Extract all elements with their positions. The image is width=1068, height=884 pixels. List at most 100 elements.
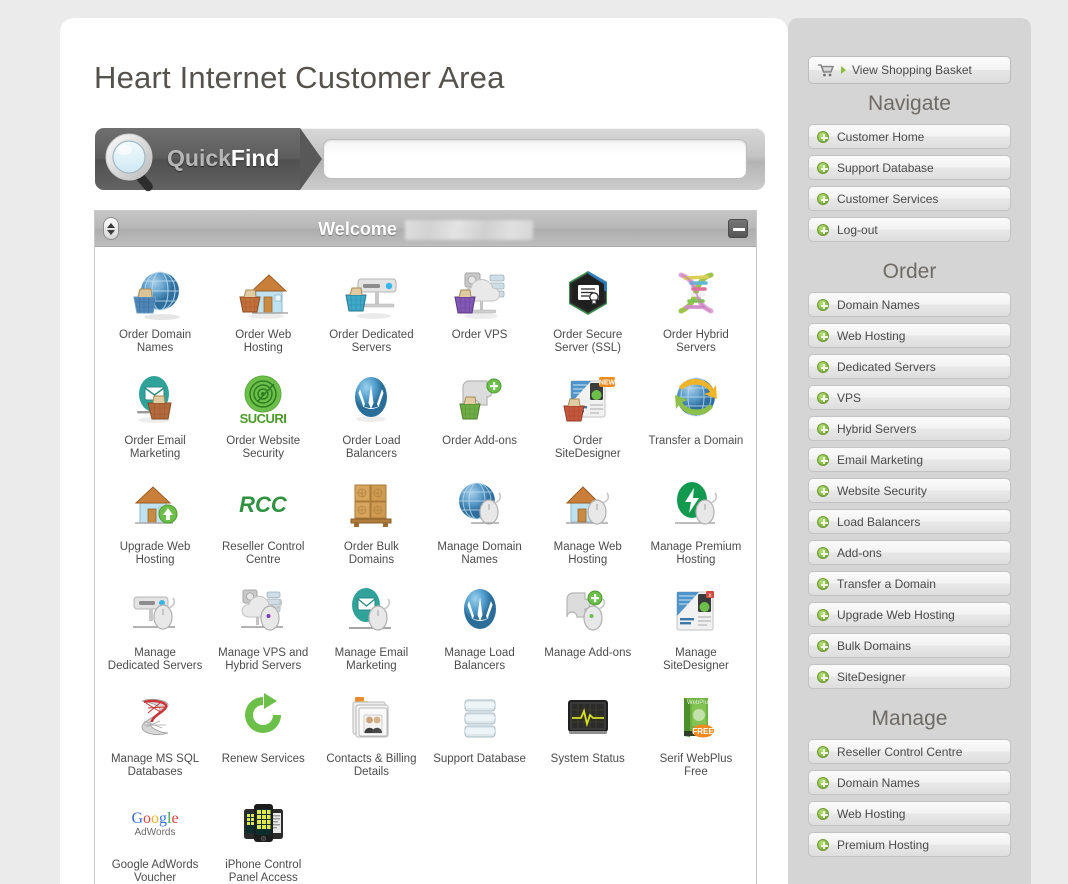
tile-manage-domain-names[interactable]: Manage Domain Names: [425, 473, 533, 575]
right-sidebar: View Shopping Basket Navigate Customer H…: [788, 18, 1031, 884]
tile-iphone-control-panel-access[interactable]: iPhone Control Panel Access: [209, 791, 317, 884]
plus-circle-icon: [817, 391, 829, 404]
tile-transfer-a-domain[interactable]: Transfer a Domain: [642, 367, 750, 469]
tile-label: Renew Services: [221, 753, 305, 765]
tile-manage-load-balancers[interactable]: Manage Load Balancers: [425, 579, 533, 681]
sidebar-item-label: SiteDesigner: [837, 669, 906, 684]
tile-order-dedicated-servers[interactable]: Order Dedicated Servers: [317, 261, 425, 363]
mssql-server-icon: [126, 691, 184, 747]
sidebar-item-log-out[interactable]: Log-out: [808, 217, 1011, 242]
tile-system-status[interactable]: System Status: [534, 685, 642, 787]
view-shopping-basket-button[interactable]: View Shopping Basket: [808, 56, 1011, 84]
plus-circle-icon: [817, 422, 829, 435]
tile-contacts-billing-details[interactable]: Contacts & Billing Details: [317, 685, 425, 787]
tile-manage-sitedesigner[interactable]: x Manage SiteDesigner: [642, 579, 750, 681]
tile-order-domain-names[interactable]: Order Domain Names: [101, 261, 209, 363]
tile-manage-ms-sql-databases[interactable]: Manage MS SQL Databases: [101, 685, 209, 787]
welcome-panel-header: Welcome: [95, 211, 756, 247]
tile-order-web-hosting[interactable]: Order Web Hosting: [209, 261, 317, 363]
sidebar-item-label: Dedicated Servers: [837, 359, 936, 374]
svg-text:NEW: NEW: [599, 380, 616, 387]
tile-label: Order VPS: [451, 329, 508, 341]
sidebar-item-manage-domain-names[interactable]: Domain Names: [808, 770, 1011, 795]
sidebar-item-order-load-balancers[interactable]: Load Balancers: [808, 509, 1011, 534]
sidebar-item-order-domain-names[interactable]: Domain Names: [808, 292, 1011, 317]
panel-title-row: Welcome: [95, 219, 756, 240]
sidebar-item-customer-home[interactable]: Customer Home: [808, 124, 1011, 149]
tile-manage-web-hosting[interactable]: Manage Web Hosting: [534, 473, 642, 575]
cloud-basket-icon: [451, 267, 509, 323]
caret-right-icon: [841, 66, 846, 74]
webplus-box-free-icon: WebPlus FREE: [667, 691, 725, 747]
tile-manage-premium-hosting[interactable]: Manage Premium Hosting: [642, 473, 750, 575]
tile-support-database[interactable]: Support Database: [425, 685, 533, 787]
shopping-cart-icon: [818, 64, 834, 77]
tile-order-website-security[interactable]: SUCURI Order Website Security: [209, 367, 317, 469]
tile-label: Order Secure Server (SSL): [553, 329, 623, 354]
tile-label: Manage MS SQL Databases: [110, 753, 200, 778]
tile-order-load-balancers[interactable]: Order Load Balancers: [317, 367, 425, 469]
tile-order-vps[interactable]: Order VPS: [425, 261, 533, 363]
tile-label: Contacts & Billing Details: [326, 753, 417, 778]
bolt-mouse-icon: [667, 479, 725, 535]
house-basket-icon: [234, 267, 292, 323]
globe-basket-icon: [126, 267, 184, 323]
tile-order-email-marketing[interactable]: Order Email Marketing: [101, 367, 209, 469]
sidebar-item-order-sitedesigner[interactable]: SiteDesigner: [808, 664, 1011, 689]
sidebar-item-order-transfer-a-domain[interactable]: Transfer a Domain: [808, 571, 1011, 596]
tile-order-bulk-domains[interactable]: Order Bulk Domains: [317, 473, 425, 575]
tile-label: Order Add-ons: [442, 435, 517, 447]
tile-reseller-control-centre[interactable]: RCC Reseller Control Centre: [209, 473, 317, 575]
database-stack-icon: [451, 691, 509, 747]
plus-circle-icon: [817, 745, 829, 758]
tile-upgrade-web-hosting[interactable]: Upgrade Web Hosting: [101, 473, 209, 575]
sidebar-item-label: Hybrid Servers: [837, 421, 917, 436]
tile-renew-services[interactable]: Renew Services: [209, 685, 317, 787]
sidebar-heading-order: Order: [882, 260, 937, 283]
sidebar-item-support-database[interactable]: Support Database: [808, 155, 1011, 180]
sidebar-item-order-dedicated-servers[interactable]: Dedicated Servers: [808, 354, 1011, 379]
svg-text:SUCURI: SUCURI: [240, 411, 287, 426]
sidebar-item-order-add-ons[interactable]: Add-ons: [808, 540, 1011, 565]
tile-order-add-ons[interactable]: Order Add-ons: [425, 367, 533, 469]
tile-serif-webplus-free[interactable]: WebPlus FREE Serif WebPlus Free: [642, 685, 750, 787]
sidebar-item-label: VPS: [837, 390, 862, 405]
green-refresh-icon: [234, 691, 292, 747]
sidebar-item-order-upgrade-web-hosting[interactable]: Upgrade Web Hosting: [808, 602, 1011, 627]
house-mouse-icon: [559, 479, 617, 535]
sidebar-item-label: Reseller Control Centre: [837, 744, 963, 759]
trident-icon: [342, 373, 400, 429]
iphone-trio-icon: [234, 797, 292, 853]
sidebar-item-manage-reseller-control-centre[interactable]: Reseller Control Centre: [808, 739, 1011, 764]
sidebar-item-order-vps[interactable]: VPS: [808, 385, 1011, 410]
tile-google-adwords-voucher[interactable]: Google AdWords Google AdWords Voucher: [101, 791, 209, 884]
tile-manage-add-ons[interactable]: Manage Add-ons: [534, 579, 642, 681]
tile-order-secure-server-ssl[interactable]: Order Secure Server (SSL): [534, 261, 642, 363]
tile-label: Manage Domain Names: [437, 541, 522, 566]
tile-label: Order SiteDesigner: [554, 435, 621, 460]
tile-label: Manage Web Hosting: [553, 541, 622, 566]
sidebar-item-order-website-security[interactable]: Website Security: [808, 478, 1011, 503]
sidebar-item-label: Web Hosting: [837, 328, 906, 343]
sidebar-item-customer-services[interactable]: Customer Services: [808, 186, 1011, 211]
sidebar-item-order-bulk-domains[interactable]: Bulk Domains: [808, 633, 1011, 658]
tile-manage-dedicated-servers[interactable]: Manage Dedicated Servers: [101, 579, 209, 681]
plus-circle-icon: [817, 515, 829, 528]
sidebar-item-manage-web-hosting[interactable]: Web Hosting: [808, 801, 1011, 826]
sidebar-item-label: Customer Services: [837, 191, 939, 206]
service-tile-grid: Order Domain Names Order Web Hosting Ord…: [95, 247, 756, 884]
sidebar-item-order-web-hosting[interactable]: Web Hosting: [808, 323, 1011, 348]
svg-text:x: x: [708, 593, 711, 599]
plus-circle-icon: [817, 298, 829, 311]
username-redacted: [404, 219, 533, 240]
tile-order-sitedesigner[interactable]: NEW Order SiteDesigner: [534, 367, 642, 469]
sidebar-item-order-email-marketing[interactable]: Email Marketing: [808, 447, 1011, 472]
basket-label: View Shopping Basket: [852, 63, 972, 77]
quickfind-search-input[interactable]: [323, 139, 747, 179]
tile-manage-vps-hybrid-servers[interactable]: Manage VPS and Hybrid Servers: [209, 579, 317, 681]
minimize-button[interactable]: [728, 219, 748, 238]
sidebar-item-manage-premium-hosting[interactable]: Premium Hosting: [808, 832, 1011, 857]
sidebar-item-order-hybrid-servers[interactable]: Hybrid Servers: [808, 416, 1011, 441]
tile-manage-email-marketing[interactable]: Manage Email Marketing: [317, 579, 425, 681]
tile-order-hybrid-servers[interactable]: Order Hybrid Servers: [642, 261, 750, 363]
